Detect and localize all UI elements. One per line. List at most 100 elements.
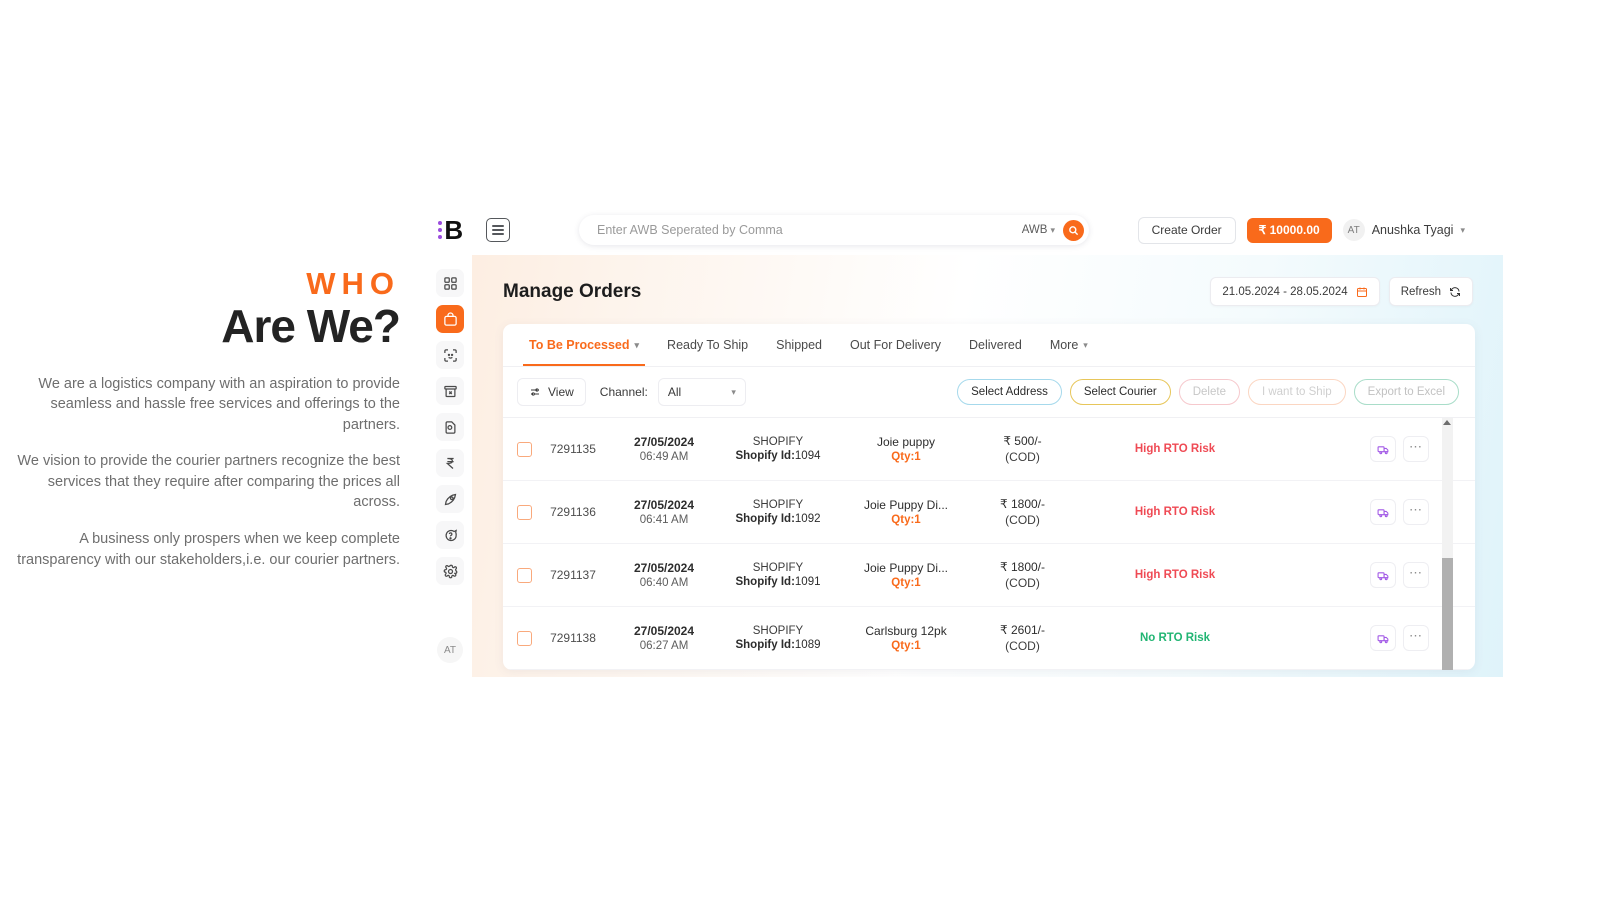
channel-name: SHOPIFY bbox=[752, 562, 804, 574]
tab-more[interactable]: More ▾ bbox=[1036, 324, 1102, 366]
create-order-button[interactable]: Create Order bbox=[1137, 216, 1236, 244]
sidebar-item-tools[interactable] bbox=[436, 485, 464, 513]
shopify-id-label: Shopify Id: bbox=[735, 639, 795, 651]
tab-ready-to-ship[interactable]: Ready To Ship bbox=[653, 324, 762, 366]
app-logo[interactable]: B bbox=[428, 205, 472, 255]
order-time-value: 06:49 AM bbox=[639, 451, 689, 463]
sidebar-item-returns[interactable] bbox=[436, 377, 464, 405]
table-row[interactable]: 7291135 27/05/2024 06:49 AM SHOPIFY Shop… bbox=[503, 418, 1475, 481]
select-address-button[interactable]: Select Address bbox=[957, 379, 1062, 405]
row-checkbox[interactable] bbox=[517, 630, 532, 646]
ellipsis-icon[interactable]: ⋯ bbox=[1403, 499, 1429, 525]
sidebar-item-orders[interactable] bbox=[436, 305, 464, 333]
payment-mode: (COD) bbox=[1005, 450, 1040, 464]
user-menu[interactable]: AT Anushka Tyagi ▾ bbox=[1342, 219, 1465, 241]
tab-shipped[interactable]: Shipped bbox=[762, 324, 836, 366]
row-actions: ⋯ bbox=[1370, 625, 1475, 651]
row-actions: ⋯ bbox=[1370, 436, 1475, 462]
channel-name: SHOPIFY bbox=[752, 436, 804, 448]
refresh-button[interactable]: Refresh bbox=[1388, 277, 1473, 306]
marketing-paragraph-1: We are a logistics company with an aspir… bbox=[38, 375, 400, 433]
tab-out-for-delivery[interactable]: Out For Delivery bbox=[836, 324, 955, 366]
main-content: Manage Orders 21.05.2024 - 28.05.2024 Re… bbox=[472, 255, 1503, 677]
table-row[interactable]: 7291136 27/05/2024 06:41 AM SHOPIFY Shop… bbox=[503, 481, 1475, 544]
view-button[interactable]: View bbox=[517, 378, 586, 406]
row-actions: ⋯ bbox=[1370, 499, 1475, 525]
order-date-value: 27/05/2024 bbox=[633, 624, 695, 638]
app-window: B AWB ▾ Create Order ₹ 10000.00 AT Anush… bbox=[428, 205, 1503, 677]
truck-icon[interactable] bbox=[1370, 625, 1396, 651]
order-time-value: 06:41 AM bbox=[639, 514, 689, 526]
truck-icon[interactable] bbox=[1370, 499, 1396, 525]
logo-dots-icon bbox=[437, 220, 443, 240]
marketing-heading: Are We? bbox=[221, 300, 401, 352]
channel-select[interactable]: All ▾ bbox=[657, 378, 746, 406]
order-amount: ₹ 2601/- (COD) bbox=[970, 623, 1075, 653]
product-name: Joie Puppy Di... bbox=[863, 498, 949, 512]
page-header-actions: 21.05.2024 - 28.05.2024 Refresh bbox=[1210, 277, 1473, 306]
scroll-up-icon[interactable] bbox=[1443, 420, 1451, 425]
sidebar-item-settings[interactable] bbox=[436, 557, 464, 585]
sidebar-item-shipments[interactable] bbox=[436, 413, 464, 441]
bulk-actions: Select Address Select Courier Delete I w… bbox=[957, 379, 1461, 405]
sidebar-avatar[interactable]: AT bbox=[437, 637, 463, 663]
search-filter-select[interactable]: AWB ▾ bbox=[1022, 224, 1055, 236]
ellipsis-icon[interactable]: ⋯ bbox=[1403, 625, 1429, 651]
order-product: Carlsburg 12pk Qty:1 bbox=[842, 624, 970, 652]
wallet-balance-button[interactable]: ₹ 10000.00 bbox=[1246, 217, 1332, 243]
orders-table: 7291135 27/05/2024 06:49 AM SHOPIFY Shop… bbox=[503, 417, 1475, 670]
tab-to-be-processed[interactable]: To Be Processed ▾ bbox=[515, 324, 653, 366]
order-time-value: 06:40 AM bbox=[639, 577, 689, 589]
search-icon[interactable] bbox=[1063, 219, 1084, 241]
scrollbar-thumb[interactable] bbox=[1442, 558, 1453, 670]
tab-label: More bbox=[1049, 338, 1079, 352]
sidebar-item-billing[interactable] bbox=[436, 449, 464, 477]
order-date: 27/05/2024 06:49 AM bbox=[614, 435, 714, 463]
payment-mode: (COD) bbox=[1005, 513, 1040, 527]
delete-button[interactable]: Delete bbox=[1178, 379, 1240, 405]
product-name: Joie puppy bbox=[876, 435, 936, 449]
product-qty: Qty:1 bbox=[891, 451, 921, 463]
marketing-paragraph-2: We vision to provide the courier partner… bbox=[17, 453, 400, 511]
logo-letter: B bbox=[444, 215, 463, 245]
truck-icon[interactable] bbox=[1370, 436, 1396, 462]
order-date-value: 27/05/2024 bbox=[633, 498, 695, 512]
order-product: Joie Puppy Di... Qty:1 bbox=[842, 561, 970, 589]
export-to-excel-button[interactable]: Export to Excel bbox=[1353, 379, 1459, 405]
select-courier-button[interactable]: Select Courier bbox=[1069, 379, 1171, 405]
truck-icon[interactable] bbox=[1370, 562, 1396, 588]
row-checkbox[interactable] bbox=[517, 441, 532, 457]
hamburger-icon[interactable] bbox=[486, 218, 510, 242]
date-range-picker[interactable]: 21.05.2024 - 28.05.2024 bbox=[1210, 277, 1380, 306]
tab-delivered[interactable]: Delivered bbox=[955, 324, 1036, 366]
table-scrollbar[interactable] bbox=[1442, 418, 1453, 670]
ellipsis-icon[interactable]: ⋯ bbox=[1403, 562, 1429, 588]
table-row[interactable]: 7291137 27/05/2024 06:40 AM SHOPIFY Shop… bbox=[503, 544, 1475, 607]
shopify-id-label: Shopify Id: bbox=[735, 576, 795, 588]
order-date-value: 27/05/2024 bbox=[633, 435, 695, 449]
channel-label: Channel: bbox=[599, 385, 648, 399]
row-checkbox[interactable] bbox=[517, 504, 532, 520]
sidebar-item-dashboard[interactable] bbox=[436, 269, 464, 297]
order-id: 7291135 bbox=[550, 442, 596, 456]
amount-value: ₹ 500/- bbox=[1003, 434, 1042, 448]
table-row[interactable]: 7291138 27/05/2024 06:27 AM SHOPIFY Shop… bbox=[503, 607, 1475, 670]
search-filter-label: AWB bbox=[1021, 224, 1048, 236]
shopify-id-value: 1091 bbox=[794, 576, 821, 588]
row-actions: ⋯ bbox=[1370, 562, 1475, 588]
top-bar-actions: Create Order ₹ 10000.00 AT Anushka Tyagi… bbox=[1137, 216, 1503, 244]
row-checkbox[interactable] bbox=[517, 567, 532, 583]
sidebar-item-support[interactable] bbox=[436, 521, 464, 549]
i-want-to-ship-button[interactable]: I want to Ship bbox=[1247, 379, 1346, 405]
chevron-down-icon: ▾ bbox=[1050, 224, 1055, 235]
order-channel: SHOPIFY Shopify Id:1092 bbox=[714, 499, 842, 525]
rto-risk-badge: No RTO Risk bbox=[1139, 632, 1211, 644]
ellipsis-icon[interactable]: ⋯ bbox=[1403, 436, 1429, 462]
order-date: 27/05/2024 06:41 AM bbox=[614, 498, 714, 526]
order-product: Joie puppy Qty:1 bbox=[842, 435, 970, 463]
sidebar-item-ndr[interactable] bbox=[436, 341, 464, 369]
search-input[interactable] bbox=[595, 222, 1022, 238]
chevron-down-icon: ▾ bbox=[731, 386, 736, 397]
avatar: AT bbox=[1342, 219, 1365, 241]
chevron-down-icon: ▾ bbox=[634, 339, 640, 350]
